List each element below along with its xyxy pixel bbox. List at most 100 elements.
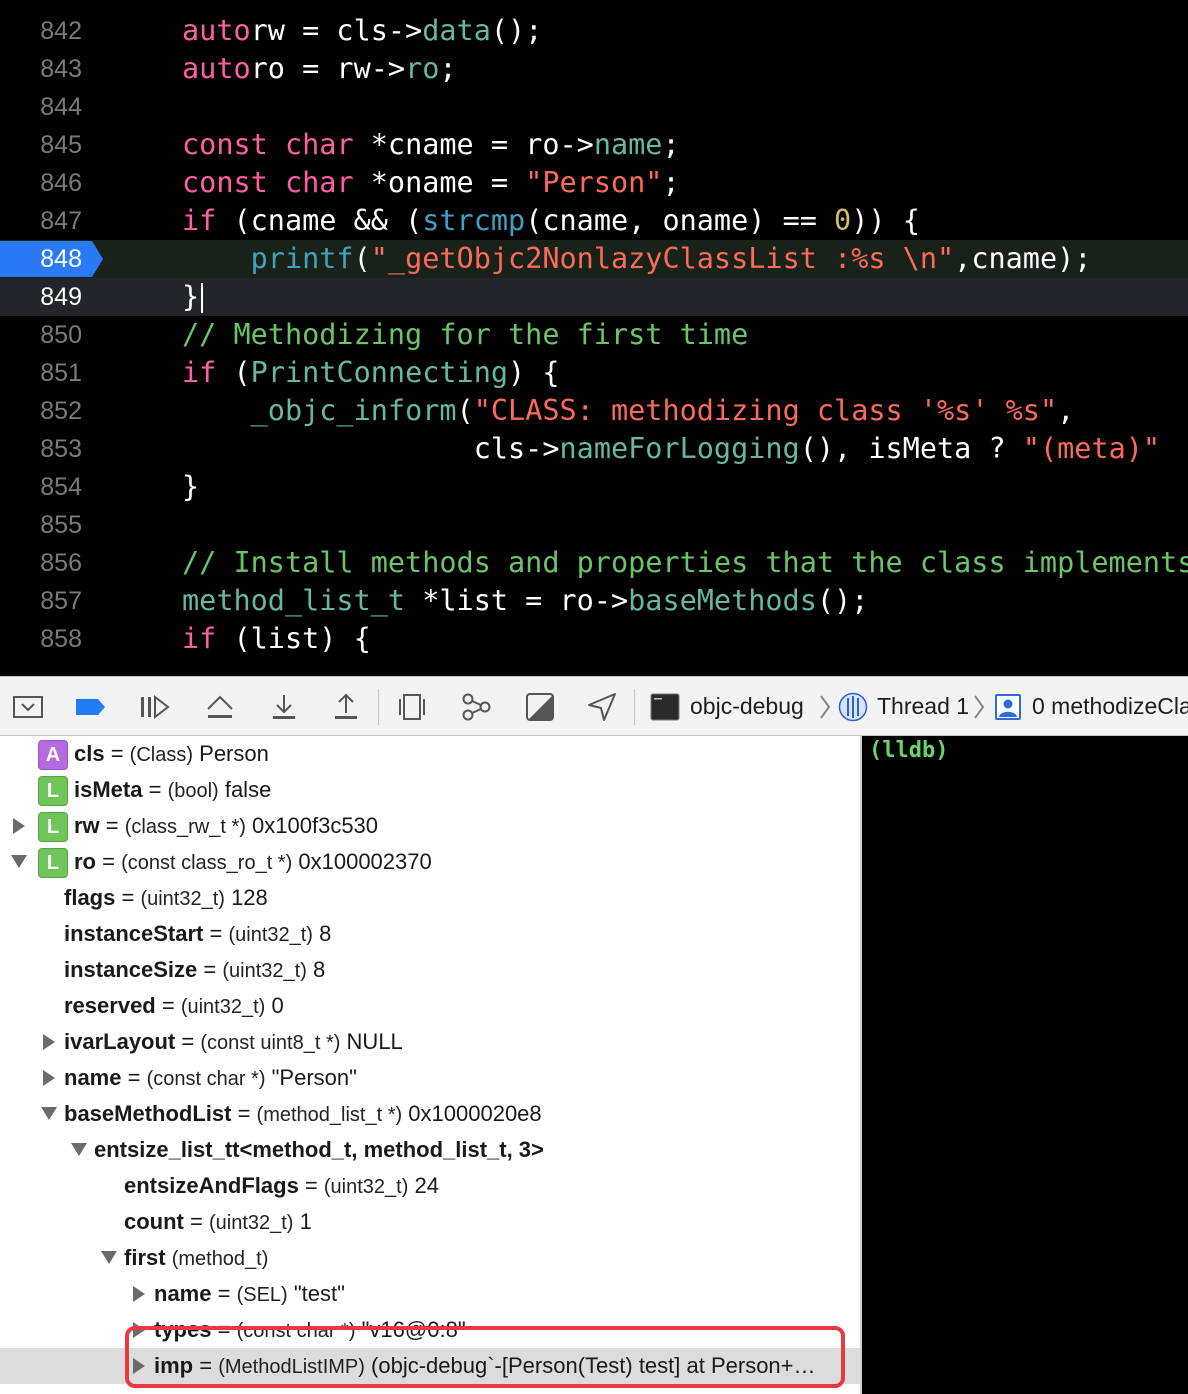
code-line[interactable]: 849} (0, 278, 1188, 316)
breakpoints-toggle-icon[interactable] (74, 691, 106, 723)
code-text: // Install methods and properties that t… (182, 544, 1188, 582)
line-number[interactable]: 844 (0, 88, 82, 126)
variable-row[interactable]: ivarLayout = (const uint8_t *) NULL (0, 1024, 860, 1060)
line-number[interactable]: 855 (0, 506, 82, 544)
memory-graph-icon[interactable] (460, 691, 492, 723)
breadcrumb-target[interactable]: objc-debug (690, 677, 804, 735)
code-line[interactable]: 844 (0, 88, 1188, 126)
variable-value: 0x100002370 (298, 849, 432, 874)
argument-badge-icon: A (38, 740, 68, 770)
step-into-icon[interactable] (268, 691, 300, 723)
code-line[interactable]: 858 if (list) { (0, 620, 1188, 658)
code-line[interactable]: 847 if (cname && (strcmp(cname, oname) ==… (0, 202, 1188, 240)
thread-icon (838, 692, 868, 722)
line-number[interactable]: 846 (0, 164, 82, 202)
disclosure-expanded-icon[interactable] (40, 1096, 58, 1132)
breadcrumb-thread[interactable]: Thread 1 (877, 677, 969, 735)
code-line[interactable]: 853 cls->nameForLogging(), isMeta ? "(me… (0, 430, 1188, 468)
code-line[interactable]: 856 // Install methods and properties tha… (0, 544, 1188, 582)
variable-row[interactable]: LisMeta = (bool) false (0, 772, 860, 808)
lldb-prompt: (lldb) (869, 738, 949, 763)
code-text: const char *oname = "Person"; (182, 164, 680, 202)
line-number[interactable]: 852 (0, 392, 82, 430)
disclosure-collapsed-icon[interactable] (40, 1024, 58, 1060)
variable-row[interactable]: first (method_t) (0, 1240, 860, 1276)
variable-value: "Person" (271, 1065, 357, 1090)
code-line[interactable]: 854} (0, 468, 1188, 506)
variables-view[interactable]: Acls = (Class) Person LisMeta = (bool) fa… (0, 736, 860, 1394)
line-number[interactable]: 854 (0, 468, 82, 506)
user-frame-icon (995, 694, 1021, 720)
code-line[interactable]: 846 const char *oname = "Person"; (0, 164, 1188, 202)
variable-row[interactable]: Acls = (Class) Person (0, 736, 860, 772)
variable-row[interactable]: entsizeAndFlags = (uint32_t) 24 (0, 1168, 860, 1204)
code-text: if (list) { (182, 620, 371, 658)
disclosure-expanded-icon[interactable] (10, 844, 28, 880)
line-number[interactable]: 850 (0, 316, 82, 354)
variable-row[interactable]: count = (uint32_t) 1 (0, 1204, 860, 1240)
line-number[interactable]: 858 (0, 620, 82, 658)
hide-debug-area-icon[interactable] (12, 691, 44, 723)
code-line[interactable]: 843 autoro = rw->ro; (0, 50, 1188, 88)
line-number[interactable]: 842 (0, 12, 82, 50)
variable-name: rw (74, 813, 100, 838)
variable-row[interactable]: instanceStart = (uint32_t) 8 (0, 916, 860, 952)
variable-value: 0x100f3c530 (252, 813, 379, 838)
variable-value: false (224, 777, 272, 802)
code-line[interactable]: 845 const char *cname = ro->name; (0, 126, 1188, 164)
variable-row[interactable]: Lro = (const class_ro_t *) 0x100002370 (0, 844, 860, 880)
code-line[interactable]: 848 printf("_getObjc2NonlazyClassList :%… (0, 240, 1188, 278)
disclosure-collapsed-icon[interactable] (10, 808, 28, 844)
code-line[interactable]: 852 _objc_inform("CLASS: methodizing cla… (0, 392, 1188, 430)
disclosure-collapsed-icon[interactable] (40, 1060, 58, 1096)
view-hierarchy-icon[interactable] (396, 691, 428, 723)
line-number[interactable]: 845 (0, 126, 82, 164)
disclosure-collapsed-icon[interactable] (130, 1312, 148, 1348)
continue-icon[interactable] (138, 691, 170, 723)
variable-row[interactable]: types = (const char *) "v16@0:8" (0, 1312, 860, 1348)
variable-type: (bool) (167, 780, 219, 802)
variable-row[interactable]: Lrw = (class_rw_t *) 0x100f3c530 (0, 808, 860, 844)
line-number[interactable]: 849 (0, 278, 82, 316)
disclosure-expanded-icon[interactable] (100, 1240, 118, 1276)
variable-row[interactable]: entsize_list_tt<method_t, method_list_t,… (0, 1132, 860, 1168)
source-editor[interactable]: 842 autorw = cls->data(); 843 autoro = rw->… (0, 0, 1188, 676)
line-number[interactable]: 848 (0, 240, 82, 278)
line-number[interactable]: 853 (0, 430, 82, 468)
simulate-location-icon[interactable] (586, 691, 618, 723)
variable-name: flags (64, 885, 116, 910)
variable-row[interactable]: imp = (MethodListIMP) (objc-debug`-[Pers… (0, 1348, 860, 1384)
code-token: 0 (834, 204, 852, 237)
line-number[interactable]: 843 (0, 50, 82, 88)
disclosure-collapsed-icon[interactable] (130, 1276, 148, 1312)
variable-row[interactable]: instanceSize = (uint32_t) 8 (0, 952, 860, 988)
variable-row[interactable]: flags = (uint32_t) 128 (0, 880, 860, 916)
line-number[interactable]: 856 (0, 544, 82, 582)
variable-row[interactable]: reserved = (uint32_t) 0 (0, 988, 860, 1024)
step-out-icon[interactable] (330, 691, 362, 723)
step-over-icon[interactable] (204, 691, 236, 723)
variable-row[interactable]: baseMethodList = (method_list_t *) 0x100… (0, 1096, 860, 1132)
variable-row[interactable]: name = (const char *) "Person" (0, 1060, 860, 1096)
disclosure-expanded-icon[interactable] (70, 1132, 88, 1168)
code-line[interactable]: 851 if (PrintConnecting) { (0, 354, 1188, 392)
code-line[interactable]: 850 // Methodizing for the first time (0, 316, 1188, 354)
lldb-console[interactable]: (lldb) (862, 736, 1188, 1394)
disclosure-collapsed-icon[interactable] (130, 1348, 148, 1384)
code-line[interactable]: 857 method_list_t *list = ro->baseMethods… (0, 582, 1188, 620)
line-number[interactable]: 847 (0, 202, 82, 240)
variable-value: 1 (299, 1209, 312, 1234)
variable-row[interactable]: name = (SEL) "test" (0, 1276, 860, 1312)
line-number[interactable]: 851 (0, 354, 82, 392)
code-token: ; (662, 128, 680, 161)
code-line[interactable]: 855 (0, 506, 1188, 544)
breadcrumb-frame[interactable]: 0 methodizeClass (1032, 677, 1188, 735)
variable-type: (Class) (129, 744, 194, 766)
code-line[interactable]: 842 autorw = cls->data(); (0, 12, 1188, 50)
environment-overrides-icon[interactable] (524, 691, 556, 723)
variable-text: reserved = (uint32_t) 0 (64, 993, 284, 1018)
line-number[interactable]: 857 (0, 582, 82, 620)
code-token: )) { (851, 204, 920, 237)
